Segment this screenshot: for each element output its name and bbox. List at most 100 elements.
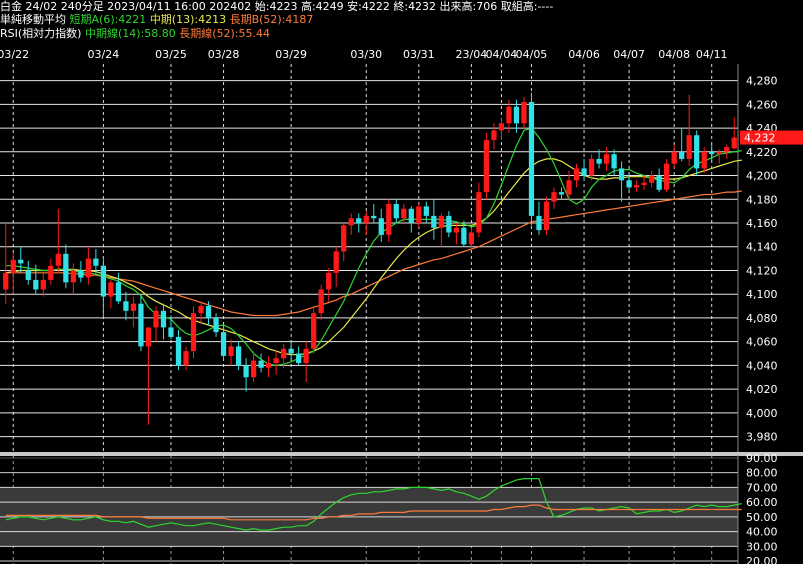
candle-body [220, 332, 227, 356]
candle-body [393, 204, 399, 219]
candle-body [108, 282, 114, 297]
candle-body [416, 206, 422, 223]
candle-body [671, 151, 677, 164]
candle-body [198, 306, 204, 314]
price-tick-label: 4,040 [746, 359, 778, 372]
candle-body [250, 360, 257, 378]
candle-body [356, 218, 362, 223]
candle-body [243, 365, 249, 378]
candle-body [333, 251, 339, 273]
candle-body [3, 272, 9, 290]
candle-body [378, 218, 384, 235]
candle-body [348, 218, 354, 226]
price-tick-label: 4,080 [746, 312, 778, 325]
price-chart[interactable]: 03/22 03/24 03/25 03/28 03/29 03/30 03/31 23/04… [0, 0, 803, 564]
candle-body [573, 168, 580, 181]
candle-body [311, 313, 317, 349]
candle-body [93, 258, 99, 266]
candle-body [168, 327, 174, 337]
candle-body [326, 272, 332, 290]
candle-body [581, 168, 587, 176]
candle-body [100, 265, 107, 297]
candle-body [18, 259, 24, 264]
date-tick-label: 04/04 [486, 48, 518, 61]
candle-body [401, 208, 407, 219]
candle-body [588, 158, 595, 176]
candle-body [716, 151, 722, 155]
rsi-tick-label: 90.00 [746, 452, 778, 465]
price-tick-label: 4,160 [746, 217, 778, 230]
candle-body [190, 313, 197, 352]
candle-body [130, 303, 137, 311]
price-tick-label: 4,220 [746, 146, 778, 159]
candle-body [694, 135, 700, 169]
candle-body [363, 215, 369, 223]
candle-body [641, 182, 647, 186]
candle-body [543, 201, 550, 231]
candle-body [160, 310, 167, 328]
date-tick-label: 03/29 [275, 48, 307, 61]
candle-body [431, 215, 437, 228]
candle-body [626, 180, 632, 188]
candle-body [731, 137, 737, 149]
candle-body [78, 270, 84, 278]
date-tick-label: 23/04 [456, 48, 488, 61]
price-tick-label: 4,020 [746, 383, 778, 396]
candle-body [265, 363, 272, 368]
price-tick-label: 4,000 [746, 407, 778, 420]
price-tick-label: 4,260 [746, 98, 778, 111]
candle-body [183, 351, 189, 366]
candle-body [551, 192, 557, 202]
price-tick-label: 3,980 [746, 431, 778, 444]
date-tick-label: 04/05 [516, 48, 548, 61]
candle-body [281, 348, 287, 359]
candle-body [596, 158, 602, 164]
date-tick-label: 03/22 [0, 48, 29, 61]
rsi-tick-label: 80.00 [746, 467, 778, 480]
candle-body [288, 348, 294, 354]
candle-body [476, 192, 482, 233]
date-tick-label: 03/25 [155, 48, 187, 61]
date-tick-label: 04/06 [568, 48, 600, 61]
candle-body [115, 282, 122, 302]
candle-body [423, 206, 429, 216]
candle-body [341, 225, 347, 252]
candle-body [138, 303, 144, 347]
candle-body [679, 151, 685, 159]
price-tick-label: 4,100 [746, 288, 778, 301]
candle-body [483, 139, 490, 193]
candle-body [48, 265, 54, 280]
candle-body [228, 346, 234, 356]
candle-body [709, 151, 715, 155]
candle-body [513, 106, 520, 124]
candle-body [213, 317, 219, 333]
candle-body [468, 232, 475, 245]
candle-body [528, 101, 535, 216]
candle-body [536, 215, 542, 231]
last-price-label: 4,232 [744, 132, 776, 145]
candle-body [611, 154, 617, 169]
candle-body [85, 258, 91, 278]
candle-body [664, 163, 670, 190]
candle-body [498, 123, 505, 131]
ma-mid-line [5, 158, 742, 356]
candle-body [618, 168, 625, 181]
price-tick-label: 4,120 [746, 264, 778, 277]
candle-body [318, 289, 324, 314]
candle-body [566, 180, 572, 195]
candle-body [273, 358, 279, 364]
candle-body [724, 147, 730, 152]
candle-body [25, 270, 31, 280]
candle-body [371, 215, 377, 219]
candle-body [491, 130, 497, 140]
price-tick-label: 4,140 [746, 241, 778, 254]
candle-body [55, 253, 61, 266]
candle-body [205, 306, 212, 318]
candle-body [386, 204, 392, 235]
price-tick-label: 4,180 [746, 193, 778, 206]
price-tick-label: 4,060 [746, 336, 778, 349]
candle-body [686, 135, 692, 159]
date-tick-label: 04/11 [696, 48, 728, 61]
rsi-tick-label: 70.00 [746, 481, 778, 494]
candle-body [175, 336, 182, 366]
